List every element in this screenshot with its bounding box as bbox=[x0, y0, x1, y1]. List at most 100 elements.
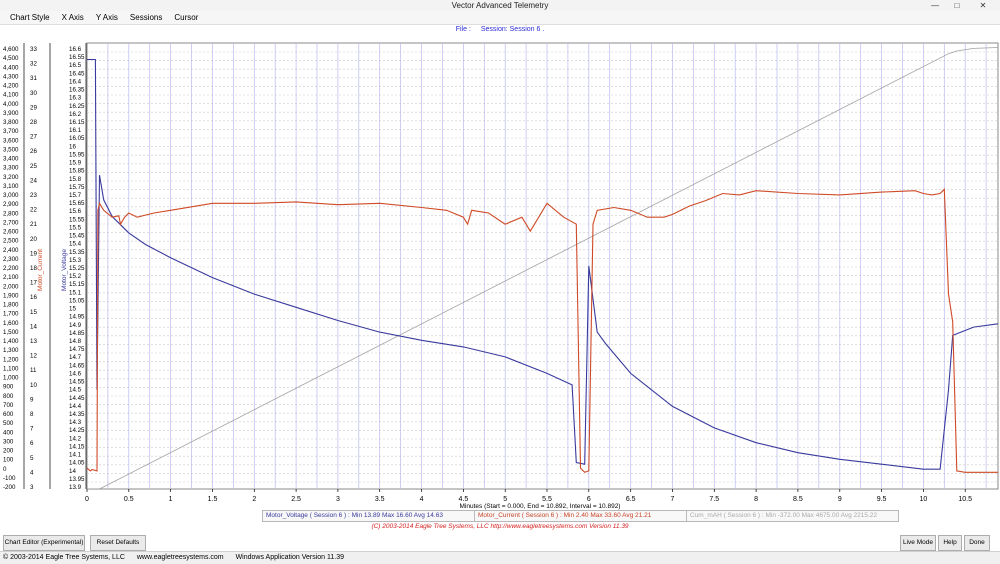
y-tick-label: 14 bbox=[30, 323, 37, 330]
menu-y-axis[interactable]: Y Axis bbox=[89, 11, 123, 24]
x-tick-label: 0.5 bbox=[124, 496, 134, 503]
menu-bar: Chart Style X Axis Y Axis Sessions Curso… bbox=[0, 11, 1000, 25]
menu-x-axis[interactable]: X Axis bbox=[55, 11, 89, 24]
file-label: File : bbox=[455, 26, 471, 33]
legend-current[interactable]: Motor_Current ( Session 6 ) : Min 2.40 M… bbox=[475, 511, 687, 521]
y-tick-label: 14.8 bbox=[69, 338, 82, 345]
y-tick-label: 3 bbox=[30, 484, 34, 491]
y-tick-label: 4,300 bbox=[3, 73, 19, 80]
y-tick-label: 12 bbox=[30, 353, 37, 360]
y-tick-label: 14.4 bbox=[69, 403, 82, 410]
x-tick-label: 8 bbox=[754, 496, 758, 503]
y-tick-label: 14.35 bbox=[69, 411, 85, 418]
menu-chart-style[interactable]: Chart Style bbox=[0, 11, 55, 24]
y-tick-label: 3,500 bbox=[3, 146, 19, 153]
y-axis-label-voltage: Motor_Voltage bbox=[61, 249, 68, 291]
y-tick-label: 10 bbox=[30, 382, 37, 389]
y-tick-label: 11 bbox=[30, 367, 37, 374]
y-tick-label: 15.1 bbox=[69, 289, 82, 296]
y-tick-label: 14.2 bbox=[69, 435, 82, 442]
y-tick-label: 1,000 bbox=[3, 375, 19, 382]
y-tick-label: 700 bbox=[3, 402, 14, 409]
y-tick-label: 31 bbox=[30, 75, 37, 82]
maximize-icon[interactable]: □ bbox=[946, 0, 968, 11]
y-tick-label: 13 bbox=[30, 338, 37, 345]
y-tick-label: 14.3 bbox=[69, 419, 82, 426]
y-tick-label: 15.35 bbox=[69, 249, 85, 256]
chart-editor-button[interactable]: Chart Editor (Experimental) bbox=[3, 535, 85, 551]
telemetry-chart[interactable]: 4,600 4,500 4,400 4,300 4,200 4,100 4,000 3,900… bbox=[0, 35, 1000, 511]
y-tick-label: 14.65 bbox=[69, 362, 85, 369]
x-axis-ticks: 0 0.5 1 1.5 2 2.5 3 3.5 4 4.5 5 5.5 6 6.5 7 7.5 8 8.5 9 9.5… bbox=[85, 489, 972, 503]
y-tick-label: 1,400 bbox=[3, 338, 19, 345]
y-tick-label: 15.4 bbox=[69, 241, 82, 248]
x-tick-label: 2.5 bbox=[291, 496, 301, 503]
y-tick-label: 15 bbox=[69, 306, 76, 313]
y-tick-label: 0 bbox=[3, 466, 7, 473]
y-tick-label: 14 bbox=[69, 468, 76, 475]
y-tick-label: 14.25 bbox=[69, 427, 85, 434]
y-tick-label: 2,000 bbox=[3, 283, 19, 290]
legend-voltage[interactable]: Motor_Voltage ( Session 6 ) : Min 13.89 … bbox=[263, 511, 475, 521]
menu-cursor[interactable]: Cursor bbox=[167, 11, 203, 24]
y-tick-label: 4,500 bbox=[3, 55, 19, 62]
y-tick-label: 27 bbox=[30, 134, 37, 141]
y-tick-label: 16.15 bbox=[69, 119, 85, 126]
y-tick-label: 400 bbox=[3, 429, 14, 436]
y-tick-label: 4,100 bbox=[3, 92, 19, 99]
y-tick-label: 2,700 bbox=[3, 219, 19, 226]
y-tick-label: 29 bbox=[30, 104, 37, 111]
x-tick-label: 4.5 bbox=[459, 496, 469, 503]
y-tick-label: 9 bbox=[30, 396, 34, 403]
y-tick-label: 15.2 bbox=[69, 273, 82, 280]
x-tick-label: 9 bbox=[838, 496, 842, 503]
y-tick-label: 15.05 bbox=[69, 297, 85, 304]
y-tick-label: 14.1 bbox=[69, 452, 82, 459]
y-tick-label: 5 bbox=[30, 455, 34, 462]
x-tick-label: 3 bbox=[336, 496, 340, 503]
plot-area[interactable] bbox=[86, 42, 999, 490]
y-tick-label: 2,200 bbox=[3, 265, 19, 272]
y-tick-label: 2,800 bbox=[3, 210, 19, 217]
y-tick-label: 15.7 bbox=[69, 192, 82, 199]
minimize-icon[interactable]: — bbox=[924, 0, 946, 11]
live-mode-button[interactable]: Live Mode bbox=[900, 535, 936, 551]
y-tick-label: 16.4 bbox=[69, 78, 82, 85]
y-tick-label: 16.55 bbox=[69, 54, 85, 61]
x-tick-label: 6.5 bbox=[626, 496, 636, 503]
status-bar: © 2003-2014 Eagle Tree Systems, LLC www.… bbox=[0, 551, 1000, 564]
copyright-notice: (C) 2003-2014 Eagle Tree Systems, LLC ht… bbox=[371, 523, 629, 530]
reset-defaults-button[interactable]: Reset Defaults bbox=[90, 535, 146, 551]
y-tick-label: 13.9 bbox=[69, 484, 82, 491]
x-tick-label: 4 bbox=[420, 496, 424, 503]
y-axis-label-current: Motor_Current bbox=[37, 249, 44, 291]
y-tick-label: 16.2 bbox=[69, 111, 82, 118]
y-tick-label: 15.85 bbox=[69, 168, 85, 175]
legend-cum-mah[interactable]: Cum_mAH ( Session 6 ) : Min -372.00 Max … bbox=[687, 511, 898, 521]
x-tick-label: 5.5 bbox=[542, 496, 552, 503]
x-tick-label: 2 bbox=[252, 496, 256, 503]
close-icon[interactable]: ✕ bbox=[968, 0, 998, 11]
y-tick-label: 23 bbox=[30, 192, 37, 199]
y-tick-label: 15.95 bbox=[69, 151, 85, 158]
y-tick-label: 16.45 bbox=[69, 70, 85, 77]
y-tick-label: 800 bbox=[3, 393, 14, 400]
y-tick-label: 4 bbox=[30, 469, 34, 476]
y-tick-label: 4,000 bbox=[3, 101, 19, 108]
y-tick-label: 2,600 bbox=[3, 229, 19, 236]
y-tick-label: -100 bbox=[3, 475, 16, 482]
y-tick-label: 16 bbox=[69, 143, 76, 150]
session-label: Session: Session 6 . bbox=[480, 26, 545, 33]
y-tick-label: 1,300 bbox=[3, 347, 19, 354]
y-tick-label: 7 bbox=[30, 426, 34, 433]
x-tick-label: 1.5 bbox=[208, 496, 218, 503]
y-tick-label: 1,600 bbox=[3, 320, 19, 327]
y-tick-label: -200 bbox=[3, 484, 16, 491]
y-axes: 4,600 4,500 4,400 4,300 4,200 4,100 4,000 3,900… bbox=[3, 43, 87, 491]
y-tick-label: 15.15 bbox=[69, 281, 85, 288]
menu-sessions[interactable]: Sessions bbox=[123, 11, 167, 24]
done-button[interactable]: Done bbox=[964, 535, 990, 551]
x-tick-label: 7 bbox=[671, 496, 675, 503]
help-button[interactable]: Help bbox=[938, 535, 962, 551]
y-tick-label: 2,400 bbox=[3, 247, 19, 254]
